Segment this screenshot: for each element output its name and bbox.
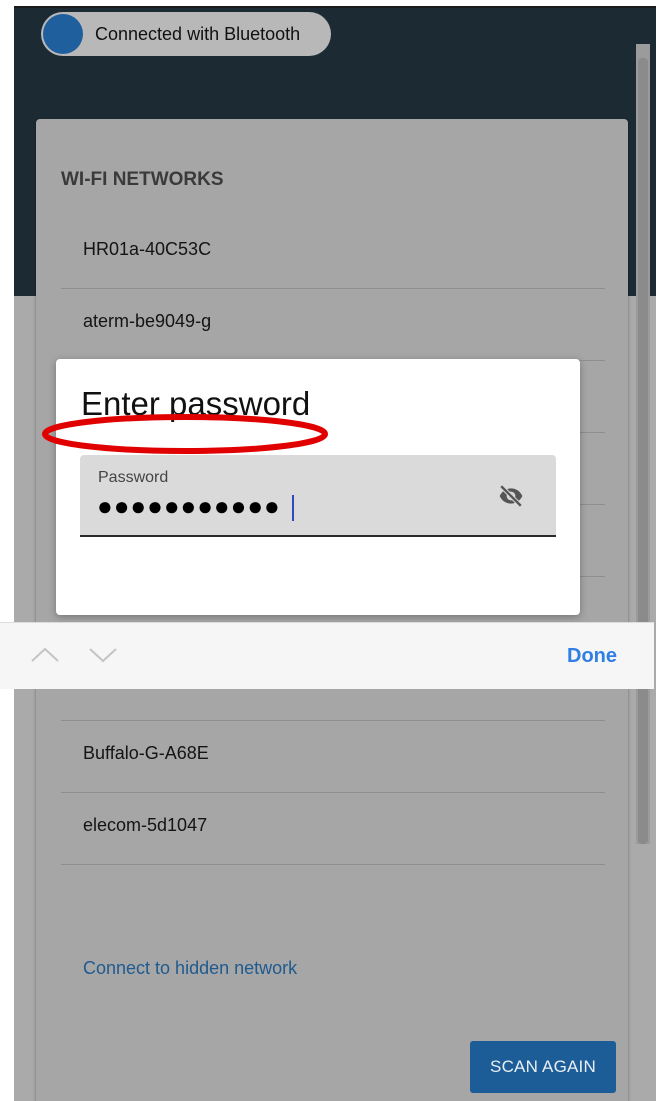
connect-hidden-network-link[interactable]: Connect to hidden network xyxy=(83,958,297,979)
password-field-label: Password xyxy=(98,469,169,486)
chevron-up-icon[interactable] xyxy=(30,643,60,667)
text-caret xyxy=(292,495,294,521)
bluetooth-status-label: Connected with Bluetooth xyxy=(95,23,301,44)
network-row[interactable]: elecom-5d1047 xyxy=(61,793,605,865)
scrollbar[interactable] xyxy=(636,44,650,844)
network-ssid: aterm-be9049-g xyxy=(83,311,212,331)
network-row[interactable]: aterm-be9049-g xyxy=(61,289,605,361)
done-button[interactable]: Done xyxy=(567,645,617,668)
scan-again-button[interactable]: SCAN AGAIN xyxy=(470,1041,616,1093)
password-dialog: Enter password Password ●●●●●●●●●●● xyxy=(56,359,580,615)
wifi-networks-title: WI-FI NETWORKS xyxy=(61,169,224,190)
password-input[interactable]: ●●●●●●●●●●● xyxy=(97,491,281,522)
network-ssid: Buffalo-G-A68E xyxy=(83,743,209,763)
password-field[interactable]: Password ●●●●●●●●●●● xyxy=(80,455,556,537)
keyboard-accessory-bar: Done xyxy=(0,622,654,689)
network-row[interactable]: HR01a-40C53C xyxy=(61,217,605,289)
network-ssid: HR01a-40C53C xyxy=(83,239,212,259)
network-row[interactable]: Buffalo-G-A68E xyxy=(61,721,605,793)
scrollbar-thumb[interactable] xyxy=(638,58,648,844)
bluetooth-status-icon xyxy=(43,14,83,54)
red-annotation-ellipse xyxy=(42,414,328,454)
network-ssid: elecom-5d1047 xyxy=(83,815,208,835)
eye-off-icon[interactable] xyxy=(498,483,524,509)
chevron-down-icon[interactable] xyxy=(88,643,118,667)
bluetooth-status-pill: Connected with Bluetooth xyxy=(41,12,331,56)
